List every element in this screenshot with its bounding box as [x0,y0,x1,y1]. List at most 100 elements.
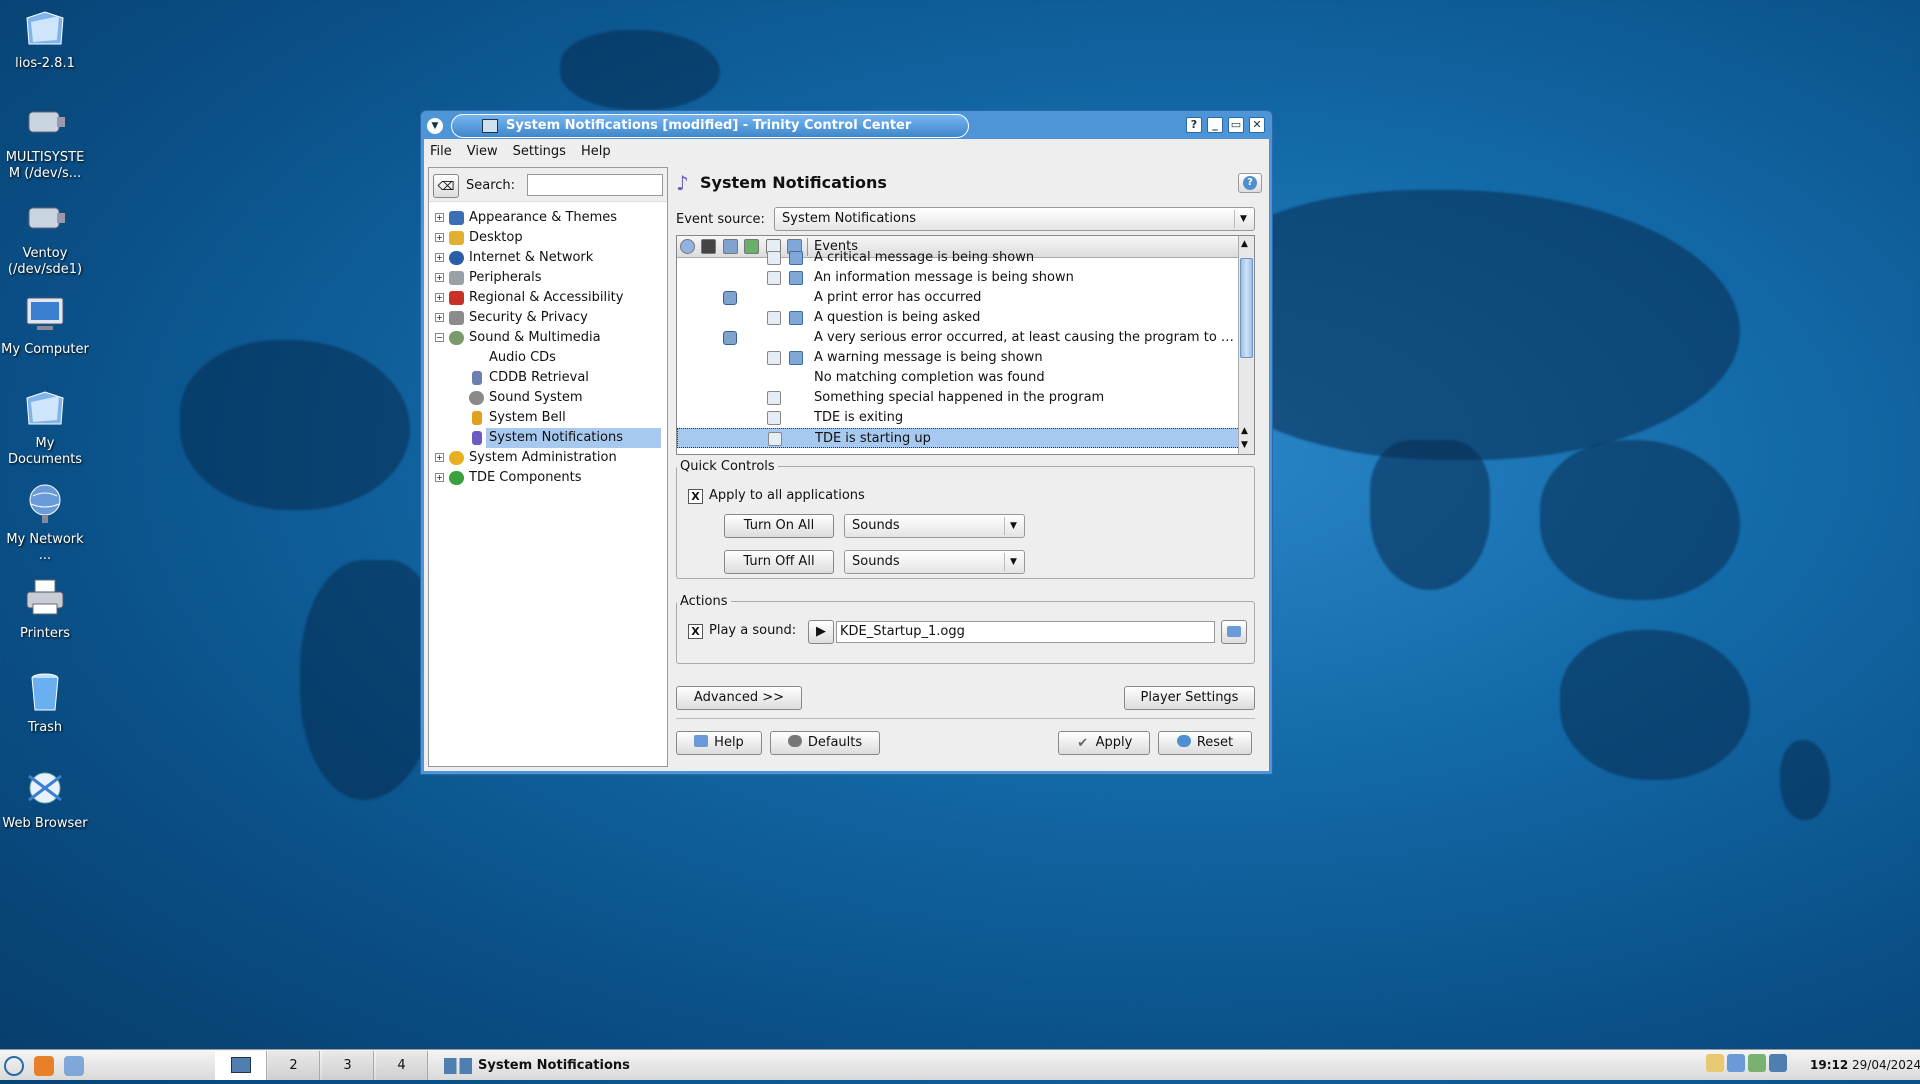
tree-item-regional-accessibility[interactable]: + Regional & Accessibility [429,288,667,308]
music-note-icon [472,431,482,445]
apply-all-label[interactable]: Apply to all applications [709,488,865,503]
apply-all-checkbox[interactable]: X [688,489,703,504]
apply-button[interactable]: ✔ Apply [1058,731,1150,755]
desktop-icon-trash[interactable]: Trash [0,668,90,736]
window-maximize-button[interactable]: ▭ [1228,117,1244,133]
logfile-icon [789,271,803,285]
desktop-icon-lios[interactable]: lios-2.8.1 [0,4,90,72]
taskbar-task-system-notifications[interactable]: System Notifications [434,1051,674,1080]
defaults-button[interactable]: Defaults [770,731,880,755]
tree-item-cddb-retrieval[interactable]: CDDB Retrieval [429,368,667,388]
event-row[interactable]: A print error has occurred [677,288,1240,308]
play-sound-label[interactable]: Play a sound: [709,623,796,638]
clock-time[interactable]: 19:12 [1810,1058,1848,1072]
tde-menu-icon[interactable] [4,1056,24,1076]
expand-icon[interactable]: + [435,213,444,222]
desktop-switch-3[interactable]: 3 [322,1051,374,1080]
window-close-button[interactable]: ✕ [1249,117,1265,133]
tree-item-desktop[interactable]: + Desktop [429,228,667,248]
home-icon[interactable] [34,1056,54,1076]
event-row[interactable]: TDE is exiting [677,408,1240,428]
expand-icon[interactable]: + [435,233,444,242]
turn-on-sounds-select[interactable]: Sounds ▼ [844,514,1025,538]
event-row[interactable]: A critical message is being shown [677,248,1240,268]
window-help-button[interactable]: ? [1186,117,1202,133]
turn-off-all-button[interactable]: Turn Off All [724,550,834,574]
advanced-button[interactable]: Advanced >> [676,686,802,710]
tree-item-internet-network[interactable]: + Internet & Network [429,248,667,268]
events-list[interactable]: Events A critical message is being shown… [676,235,1255,455]
play-sound-checkbox[interactable]: X [688,624,703,639]
network-icon[interactable] [1748,1054,1766,1072]
expand-icon[interactable]: + [435,453,444,462]
tree-item-sound-system[interactable]: Sound System [429,388,667,408]
scroll-up-icon[interactable]: ▲ [1241,239,1248,249]
desktop-switch-4[interactable]: 4 [376,1051,428,1080]
tree-item-peripherals[interactable]: + Peripherals [429,268,667,288]
event-row[interactable]: Something special happened in the progra… [677,388,1240,408]
tree-item-system-notifications[interactable]: System Notifications [429,428,667,448]
trash-icon [31,673,59,711]
desktop-icon-my-network[interactable]: My Network ... [0,480,90,564]
event-row[interactable]: An information message is being shown [677,268,1240,288]
clear-search-button[interactable]: ⌫ [433,174,459,198]
gears-icon [449,451,464,465]
player-settings-button[interactable]: Player Settings [1124,686,1255,710]
expand-icon[interactable]: + [435,253,444,262]
scrollbar-thumb[interactable] [1240,258,1253,358]
desktop-switch-1[interactable] [215,1051,267,1080]
event-row-selected[interactable]: TDE is starting up [677,428,1240,448]
expand-icon[interactable]: + [435,293,444,302]
network-globe-icon [29,484,61,523]
events-scrollbar[interactable]: ▲ ▲ ▼ [1238,236,1254,454]
reset-button[interactable]: Reset [1158,731,1252,755]
desktop-icon-printers[interactable]: Printers [0,574,90,642]
window-menu-button[interactable]: ▼ [427,118,443,134]
expand-icon[interactable]: + [435,473,444,482]
desktop-icon-my-documents[interactable]: My Documents [0,384,90,468]
turn-on-all-button[interactable]: Turn On All [724,514,834,538]
window-titlebar[interactable]: ▼ System Notifications [modified] - Trin… [421,111,1272,139]
klipper-icon[interactable] [1706,1054,1724,1072]
desktop-icon-my-computer[interactable]: My Computer [0,290,90,358]
tree-item-appearance-themes[interactable]: + Appearance & Themes [429,208,667,228]
help-button[interactable]: Help [676,731,762,755]
screen-icon[interactable] [1769,1054,1787,1072]
scroll-up-icon[interactable]: ▲ [1241,426,1248,436]
expand-icon[interactable]: + [435,313,444,322]
desktop-icon-ventoy[interactable]: Ventoy (/dev/sde1) [0,194,90,278]
menu-help[interactable]: Help [581,144,611,159]
turn-off-sounds-select[interactable]: Sounds ▼ [844,550,1025,574]
collapse-icon[interactable]: − [435,333,444,342]
sound-file-input[interactable]: KDE_Startup_1.ogg [836,621,1215,643]
show-desktop-icon[interactable] [64,1056,84,1076]
scroll-down-icon[interactable]: ▼ [1241,440,1248,450]
clock-date[interactable]: 29/04/2024 [1852,1058,1920,1072]
window-minimize-button[interactable]: _ [1207,117,1223,133]
event-source-select[interactable]: System Notifications ▼ [774,207,1255,231]
search-input[interactable] [527,174,663,196]
control-center-window[interactable]: ▼ System Notifications [modified] - Trin… [420,110,1273,775]
module-help-button[interactable]: ? [1238,173,1262,193]
tree-item-audio-cds[interactable]: Audio CDs [429,348,667,368]
event-row[interactable]: No matching completion was found [677,368,1240,388]
desktop-icon-web-browser[interactable]: Web Browser [0,764,90,832]
tree-item-tde-components[interactable]: + TDE Components [429,468,667,488]
tree-item-sound-multimedia[interactable]: − Sound & Multimedia [429,328,667,348]
event-row[interactable]: A warning message is being shown [677,348,1240,368]
browse-sound-button[interactable] [1221,620,1247,644]
menu-file[interactable]: File [430,144,452,159]
desktop-icon-multisystem[interactable]: MULTISYSTE M (/dev/s... [0,98,90,182]
expand-icon[interactable]: + [435,273,444,282]
desktop-switch-2[interactable]: 2 [268,1051,320,1080]
event-row[interactable]: A question is being asked [677,308,1240,328]
desktop-icon-label: MULTISYSTE M (/dev/s... [5,150,85,181]
tree-item-system-bell[interactable]: System Bell [429,408,667,428]
event-row[interactable]: A very serious error occurred, at least … [677,328,1240,348]
display-icon[interactable] [1727,1054,1745,1072]
tree-item-system-administration[interactable]: + System Administration [429,448,667,468]
menu-view[interactable]: View [467,144,498,159]
play-sound-preview-button[interactable]: ▶ [808,620,834,644]
tree-item-security-privacy[interactable]: + Security & Privacy [429,308,667,328]
menu-settings[interactable]: Settings [513,144,566,159]
